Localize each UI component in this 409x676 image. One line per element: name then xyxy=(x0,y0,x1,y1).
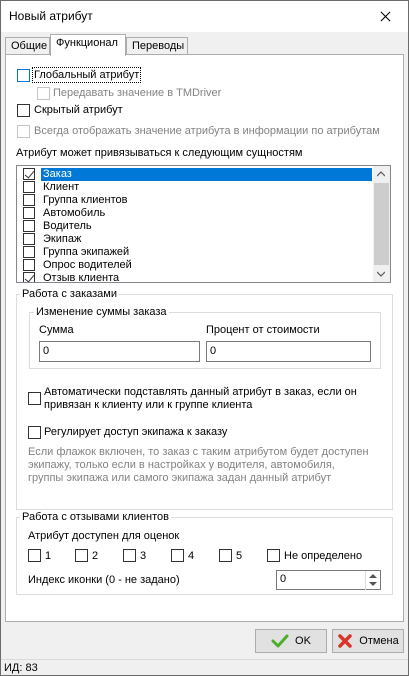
rating-4-checkbox[interactable] xyxy=(171,549,184,562)
list-item-checkbox[interactable] xyxy=(23,207,35,219)
percent-input[interactable]: 0 xyxy=(206,341,371,362)
icon-index-value: 0 xyxy=(280,573,287,585)
close-icon[interactable] xyxy=(362,1,408,32)
sum-change-title: Изменение суммы заказа xyxy=(34,306,169,318)
list-item-checkbox[interactable] xyxy=(23,272,35,282)
cancel-button[interactable]: Отмена xyxy=(332,629,404,653)
rating-3-checkbox[interactable] xyxy=(123,549,136,562)
spin-up-icon[interactable] xyxy=(369,574,377,578)
regulates-access-checkbox[interactable] xyxy=(28,426,41,439)
access-help-text: Если флажок включен, то заказ с таким ат… xyxy=(28,446,369,484)
list-item-label: Водитель xyxy=(43,220,92,232)
icon-index-label: Индекс иконки (0 - не задано) xyxy=(28,574,180,586)
available-for-label: Атрибут доступен для оценок xyxy=(28,530,180,542)
list-item-label: Автомобиль xyxy=(43,207,106,219)
list-item[interactable]: Автомобиль xyxy=(17,207,372,220)
list-item[interactable]: Заказ xyxy=(17,168,372,181)
cross-icon xyxy=(338,634,353,648)
hidden-attribute-checkbox[interactable] xyxy=(17,104,30,117)
orders-group-title: Работа с заказами xyxy=(20,288,119,300)
percent-label: Процент от стоимости xyxy=(206,324,320,336)
list-item-checkbox[interactable] xyxy=(23,168,35,180)
list-item-label: Заказ xyxy=(41,168,372,181)
list-item-checkbox[interactable] xyxy=(23,181,35,193)
icon-index-spinner[interactable] xyxy=(365,571,380,590)
rating-2-label: 2 xyxy=(92,550,99,562)
rating-2-checkbox[interactable] xyxy=(75,549,88,562)
rating-undefined-label: Не определено xyxy=(284,550,363,562)
list-item[interactable]: Клиент xyxy=(17,181,372,194)
rating-undefined-checkbox[interactable] xyxy=(267,549,280,562)
rating-3-label: 3 xyxy=(140,550,147,562)
list-scrollbar[interactable] xyxy=(373,166,390,282)
entities-listbox[interactable]: Заказ Клиент Группа клиентов Автомобиль … xyxy=(16,165,391,283)
list-item[interactable]: Экипаж xyxy=(17,233,372,246)
dialog-window: Новый атрибут Общие Функционал Переводы … xyxy=(0,0,409,676)
list-item-label: Опрос водителей xyxy=(43,259,132,271)
list-item[interactable]: Отзыв клиента xyxy=(17,272,372,283)
regulates-access-label: Регулирует доступ экипажа к заказу xyxy=(44,426,228,438)
sum-label: Сумма xyxy=(39,324,74,336)
rating-4-label: 4 xyxy=(188,550,195,562)
list-item[interactable]: Группа экипажей xyxy=(17,246,372,259)
tab-general[interactable]: Общие xyxy=(5,37,50,55)
rating-5-checkbox[interactable] xyxy=(219,549,232,562)
list-item-label: Группа клиентов xyxy=(43,194,128,206)
scroll-down-icon[interactable] xyxy=(377,270,385,278)
list-item-checkbox[interactable] xyxy=(23,246,35,258)
cancel-label: Отмена xyxy=(359,635,399,647)
list-item-label: Экипаж xyxy=(43,233,82,245)
status-bar: ИД: 83 xyxy=(1,659,408,675)
auto-substitute-label: Автоматически подставлять данный атрибут… xyxy=(44,386,357,411)
entities-heading: Атрибут может привязываться к следующим … xyxy=(16,147,303,159)
tab-functional[interactable]: Функционал xyxy=(50,34,126,56)
list-item-label: Клиент xyxy=(43,181,80,193)
always-show-checkbox[interactable] xyxy=(17,125,30,138)
tab-translations[interactable]: Переводы xyxy=(126,37,188,55)
list-item-checkbox[interactable] xyxy=(23,233,35,245)
ok-label: OK xyxy=(295,635,311,647)
list-item[interactable]: Группа клиентов xyxy=(17,194,372,207)
icon-index-input[interactable]: 0 xyxy=(276,570,381,590)
ok-button[interactable]: OK xyxy=(255,629,327,653)
sum-input[interactable]: 0 xyxy=(39,341,200,362)
list-item-label: Отзыв клиента xyxy=(43,272,120,283)
pass-to-tmdriver-checkbox[interactable] xyxy=(37,87,50,100)
global-attribute-label: Глобальный атрибут xyxy=(31,67,142,83)
global-attribute-checkbox[interactable] xyxy=(17,69,30,82)
scroll-up-icon[interactable] xyxy=(377,170,385,178)
auto-substitute-checkbox[interactable] xyxy=(28,392,41,405)
rating-1-label: 1 xyxy=(45,550,52,562)
window-title: Новый атрибут xyxy=(9,9,93,23)
list-item[interactable]: Водитель xyxy=(17,220,372,233)
reviews-group-title: Работа с отзывами клиентов xyxy=(20,511,171,523)
scroll-thumb[interactable] xyxy=(374,183,389,265)
pass-to-tmdriver-label: Передавать значение в TMDriver xyxy=(53,87,222,99)
title-bar: Новый атрибут xyxy=(1,1,408,32)
rating-5-label: 5 xyxy=(236,550,243,562)
list-item-checkbox[interactable] xyxy=(23,259,35,271)
always-show-label: Всегда отображать значение атрибута в ин… xyxy=(34,125,380,137)
checkmark-icon xyxy=(271,634,289,648)
spin-down-icon[interactable] xyxy=(369,582,377,586)
hidden-attribute-label: Скрытый атрибут xyxy=(34,104,123,116)
list-item-checkbox[interactable] xyxy=(23,194,35,206)
record-id: ИД: 83 xyxy=(4,662,38,674)
list-item[interactable]: Опрос водителей xyxy=(17,259,372,272)
list-item-checkbox[interactable] xyxy=(23,220,35,232)
list-item-label: Группа экипажей xyxy=(43,246,130,258)
rating-1-checkbox[interactable] xyxy=(28,549,41,562)
